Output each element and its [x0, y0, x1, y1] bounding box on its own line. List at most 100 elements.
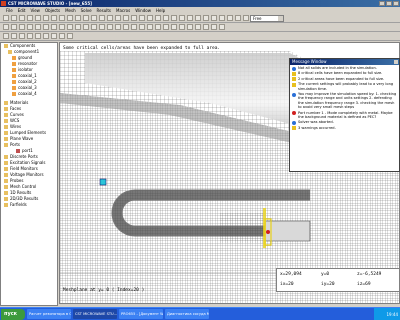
warning-icon: [292, 77, 296, 82]
toolbar-icon[interactable]: [99, 15, 105, 21]
toolbar-icon[interactable]: [211, 24, 217, 30]
taskbar-task[interactable]: PRO655 - [Документ W...: [119, 309, 163, 319]
message-window[interactable]: Message Window Not all solids are includ…: [289, 58, 400, 172]
menu-item-results[interactable]: Results: [97, 7, 111, 14]
toolbar-icon[interactable]: [243, 15, 249, 21]
toolbar-icon[interactable]: [91, 15, 97, 21]
toolbar-row-2: [0, 23, 400, 32]
toolbar-icon[interactable]: [75, 15, 81, 21]
folder-icon: [4, 107, 8, 111]
maximize-icon[interactable]: [386, 1, 392, 6]
toolbar-icon[interactable]: [219, 15, 225, 21]
toolbar-icon[interactable]: [19, 33, 25, 39]
toolbar-icon[interactable]: [195, 24, 201, 30]
toolbar-icon[interactable]: [187, 24, 193, 30]
toolbar-icon[interactable]: [75, 24, 81, 30]
toolbar-icon[interactable]: [155, 15, 161, 21]
menu-item-help[interactable]: Help: [156, 7, 165, 14]
component-icon: [12, 92, 16, 96]
toolbar-icon[interactable]: [19, 24, 25, 30]
toolbar-icon[interactable]: [203, 15, 209, 21]
menu-item-solve[interactable]: Solve: [81, 7, 92, 14]
toolbar-icon[interactable]: [51, 33, 57, 39]
chevron-down-icon[interactable]: [278, 16, 283, 21]
message-item: 3 warnings occurred.: [290, 126, 399, 131]
toolbar-icon[interactable]: [115, 15, 121, 21]
toolbar-icon[interactable]: [195, 15, 201, 21]
close-icon[interactable]: [393, 1, 399, 6]
toolbar-icon[interactable]: [59, 24, 65, 30]
taskbar-task[interactable]: Диагностика сосуда Мик...: [165, 309, 209, 319]
toolbar-icon[interactable]: [83, 24, 89, 30]
toolbar-icon[interactable]: [11, 24, 17, 30]
toolbar-icon[interactable]: [139, 24, 145, 30]
toolbar-icon[interactable]: [59, 33, 65, 39]
menu-item-file[interactable]: File: [6, 7, 13, 14]
toolbar-icon[interactable]: [211, 15, 217, 21]
menu-item-window[interactable]: Window: [135, 7, 151, 14]
toolbar-icon[interactable]: [99, 24, 105, 30]
toolbar-icon[interactable]: [107, 15, 113, 21]
toolbar-icon[interactable]: [219, 24, 225, 30]
toolbar-icon[interactable]: [11, 33, 17, 39]
toolbar-icon[interactable]: [43, 15, 49, 21]
toolbar-icon[interactable]: [91, 24, 97, 30]
toolbar-icon[interactable]: [115, 24, 121, 30]
close-icon[interactable]: [394, 60, 398, 64]
menu-item-view[interactable]: View: [30, 7, 40, 14]
toolbar-icon[interactable]: [51, 15, 57, 21]
toolbar-icon[interactable]: [3, 33, 9, 39]
start-button[interactable]: пуск: [1, 308, 25, 320]
toolbar-icon[interactable]: [43, 33, 49, 39]
toolbar-icon[interactable]: [171, 15, 177, 21]
toolbar-icon[interactable]: [179, 15, 185, 21]
taskbar-task[interactable]: CST MICROWAVE STU...: [73, 309, 117, 319]
toolbar-icon[interactable]: [59, 15, 65, 21]
menu-item-edit[interactable]: Edit: [18, 7, 26, 14]
toolbar-icon[interactable]: [187, 15, 193, 21]
toolbar-icon[interactable]: [19, 15, 25, 21]
toolbar-icon[interactable]: [235, 15, 241, 21]
tree-item[interactable]: coaxial_4: [1, 91, 57, 97]
toolbar-icon[interactable]: [83, 15, 89, 21]
menu-item-macros[interactable]: Macros: [116, 7, 130, 14]
toolbar-icon[interactable]: [171, 24, 177, 30]
tree-item-label: Materials: [10, 100, 29, 105]
toolbar-icon[interactable]: [27, 33, 33, 39]
toolbar-icon[interactable]: [163, 15, 169, 21]
toolbar-icon[interactable]: [67, 15, 73, 21]
toolbar-icon[interactable]: [11, 15, 17, 21]
toolbar-icon[interactable]: [139, 15, 145, 21]
toolbar-icon[interactable]: [51, 24, 57, 30]
toolbar-icon[interactable]: [67, 33, 73, 39]
toolbar-icon[interactable]: [35, 33, 41, 39]
message-text: 8 critical cells have been expanded to f…: [298, 71, 383, 76]
toolbar-icon[interactable]: [35, 15, 41, 21]
toolbar-icon[interactable]: [131, 15, 137, 21]
toolbar-icon[interactable]: [163, 24, 169, 30]
toolbar-icon[interactable]: [107, 24, 113, 30]
toolbar-icon[interactable]: [123, 24, 129, 30]
toolbar-icon[interactable]: [123, 15, 129, 21]
toolbar-icon[interactable]: [155, 24, 161, 30]
toolbar-icon[interactable]: [131, 24, 137, 30]
toolbar-icon[interactable]: [227, 15, 233, 21]
toolbar-icon[interactable]: [67, 24, 73, 30]
toolbar-icon[interactable]: [3, 24, 9, 30]
navigation-tree[interactable]: Components component1 ground resonator isola…: [0, 42, 58, 306]
toolbar-icon[interactable]: [3, 15, 9, 21]
minimize-icon[interactable]: [379, 1, 385, 6]
toolbar-icon[interactable]: [35, 24, 41, 30]
menu-item-mesh[interactable]: Mesh: [65, 7, 76, 14]
toolbar-icon[interactable]: [27, 15, 33, 21]
taskbar-task[interactable]: Расчет резонатора в С...: [27, 309, 71, 319]
tree-item[interactable]: Farfields: [1, 202, 57, 208]
view-mode-select[interactable]: Free: [250, 15, 284, 22]
toolbar-icon[interactable]: [147, 15, 153, 21]
toolbar-icon[interactable]: [179, 24, 185, 30]
toolbar-icon[interactable]: [27, 24, 33, 30]
toolbar-icon[interactable]: [147, 24, 153, 30]
toolbar-icon[interactable]: [43, 24, 49, 30]
menu-item-objects[interactable]: Objects: [45, 7, 60, 14]
toolbar-icon[interactable]: [203, 24, 209, 30]
